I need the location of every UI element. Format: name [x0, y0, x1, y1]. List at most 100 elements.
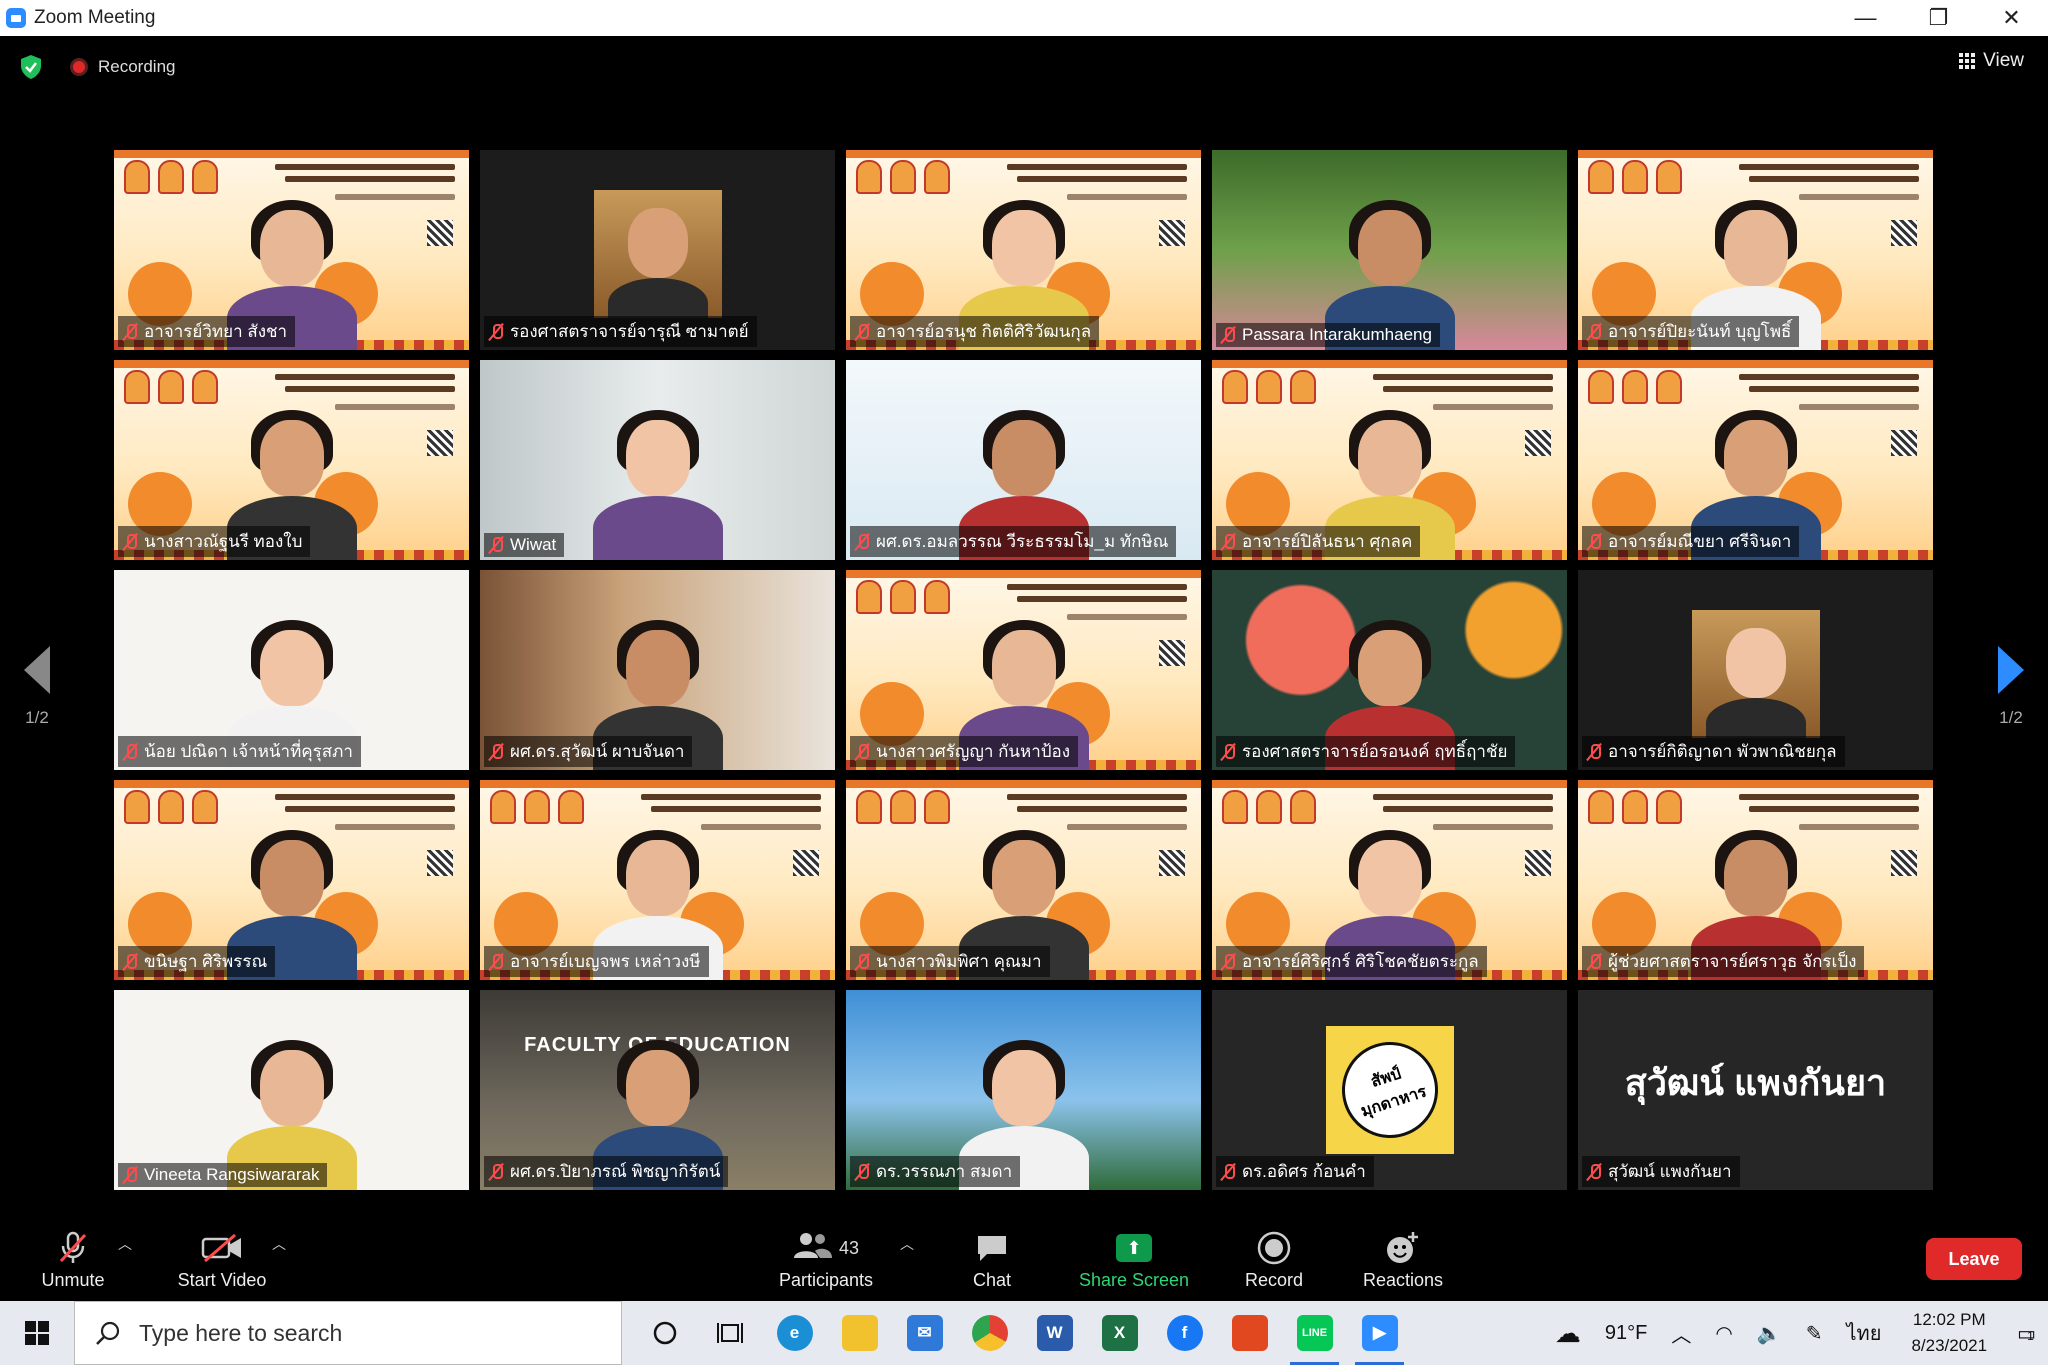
participant-video-tile[interactable]: รองศาสตราจารย์จารุณี ซามาตย์ [480, 150, 835, 350]
taskbar-mail[interactable]: ✉ [892, 1301, 957, 1365]
taskbar-office[interactable] [1217, 1301, 1282, 1365]
wifi-icon[interactable]: ◠ [1715, 1321, 1732, 1346]
muted-mic-icon [122, 742, 138, 762]
pen-icon[interactable]: ✎ [1806, 1321, 1823, 1346]
participant-name-label: รองศาสตราจารย์อรอนงค์ ฤทธิ์ฤาชัย [1216, 736, 1516, 767]
muted-mic-icon [488, 742, 504, 762]
participant-video-tile[interactable]: Passara Intarakumhaeng [1212, 150, 1567, 350]
cortana-button[interactable] [632, 1301, 697, 1365]
office-icon [1231, 1315, 1268, 1351]
taskbar-word[interactable]: W [1022, 1301, 1087, 1365]
muted-mic-icon [122, 322, 138, 342]
share-screen-label: Share Screen [1078, 1270, 1190, 1290]
chat-button[interactable]: Chat [960, 1228, 1024, 1291]
participant-name: นางสาวศรัญญา กันหาป้อง [876, 742, 1071, 761]
reactions-button[interactable]: Reactions [1358, 1228, 1448, 1291]
participant-video-tile[interactable]: อาจารย์กิติญาดา พัวพาณิชยกุล [1578, 570, 1933, 770]
show-hidden-icons-chevron-icon[interactable]: ︿ [1671, 1319, 1691, 1348]
participant-name-label: Passara Intarakumhaeng [1216, 323, 1440, 347]
close-button[interactable]: ✕ [1975, 0, 2048, 36]
participant-name-label: ดร.อดิศร ก้อนคำ [1216, 1156, 1374, 1187]
participant-video-tile[interactable]: อาจารย์เบญจพร เหล่าวงษี [480, 780, 835, 980]
participant-video-tile[interactable]: ผู้ช่วยศาสตราจารย์ศราวุธ จักรเป็ง [1578, 780, 1933, 980]
participant-video-tile[interactable]: นางสาวณัฐนรี ทองใบ [114, 360, 469, 560]
participant-video-tile[interactable]: นางสาวศรัญญา กันหาป้อง [846, 570, 1201, 770]
zoom-icon: ▶ [1361, 1315, 1398, 1351]
weather-cloud-icon[interactable]: ☁ [1555, 1318, 1581, 1349]
muted-mic-icon [122, 1165, 138, 1185]
participant-video-tile[interactable]: สัพป์ มุกดาหาร ดร.อดิศร ก้อนคำ [1212, 990, 1567, 1190]
participant-video-tile[interactable]: FACULTY OF EDUCATIONผศ.ดร.ปิยาภรณ์ พิชญา… [480, 990, 835, 1190]
participant-name-label: นางสาวพิมพิศา คุณมา [850, 946, 1050, 977]
participant-video-tile[interactable]: อาจารย์มณีขยา ศรีจินดา [1578, 360, 1933, 560]
encryption-shield-icon[interactable] [18, 54, 44, 80]
participant-count: 43 [838, 1237, 860, 1258]
participant-video-tile[interactable]: Wiwat [480, 360, 835, 560]
participant-video-tile[interactable]: อาจารย์อรนุช กิตติศิริวัฒนกุล [846, 150, 1201, 350]
taskbar-edge[interactable]: e [762, 1301, 827, 1365]
unmute-button[interactable]: Unmute [28, 1228, 118, 1291]
participant-video-tile[interactable]: อาจารย์ปิยะนันท์ บุญโพธิ์ [1578, 150, 1933, 350]
taskbar-search-box[interactable]: Type here to search [74, 1301, 622, 1365]
profile-sticker: สัพป์ มุกดาหาร [1326, 1026, 1454, 1154]
participant-display-name: สุวัฒน์ แพงกันยา [1624, 1062, 1887, 1103]
muted-mic-icon [854, 1162, 870, 1182]
line-icon: LINE [1296, 1315, 1333, 1351]
participants-button[interactable]: 43 Participants [770, 1228, 882, 1291]
taskbar-excel[interactable]: X [1087, 1301, 1152, 1365]
participant-video-tile[interactable]: ดร.วรรณภา สมดา [846, 990, 1201, 1190]
start-button[interactable] [0, 1301, 74, 1365]
participant-name: ผศ.ดร.อมลวรรณ วีระธรรมโม_ม ทักษิณ [876, 532, 1169, 551]
leave-button[interactable]: Leave [1926, 1238, 2022, 1280]
start-video-button[interactable]: Start Video [168, 1228, 276, 1291]
taskbar-line[interactable]: LINE [1282, 1301, 1347, 1365]
participant-video-tile[interactable]: นางสาวพิมพิศา คุณมา [846, 780, 1201, 980]
participant-name-label: อาจารย์อรนุช กิตติศิริวัฒนกุล [850, 316, 1100, 347]
taskbar-zoom[interactable]: ▶ [1347, 1301, 1412, 1365]
taskbar-facebook[interactable]: f [1152, 1301, 1217, 1365]
record-button[interactable]: Record [1236, 1228, 1312, 1291]
taskbar-clock[interactable]: 12:02 PM 8/23/2021 [1911, 1307, 1987, 1359]
previous-page-button[interactable]: 1/2 [24, 646, 50, 728]
word-icon: W [1036, 1315, 1073, 1351]
volume-icon[interactable]: 🔈 [1757, 1321, 1782, 1346]
participant-video-tile[interactable]: อาจารย์ศิริศุกร์ ศิริโชคชัยตระกูล [1212, 780, 1567, 980]
muted-mic-icon [1586, 952, 1602, 972]
participant-video-tile[interactable]: รองศาสตราจารย์อรอนงค์ ฤทธิ์ฤาชัย [1212, 570, 1567, 770]
next-page-button[interactable]: 1/2 [1998, 646, 2024, 728]
participant-photo [1691, 610, 1820, 738]
meeting-toolbar: Unmute ︿ Start Video ︿ 43 Participants ︿… [0, 1228, 2048, 1301]
notification-center-icon[interactable]: ▭ 1 [2017, 1321, 2036, 1346]
restore-button[interactable]: ❐ [1902, 0, 1975, 36]
participant-name: Vineeta Rangsiwararak [144, 1165, 320, 1184]
muted-mic-icon [488, 535, 504, 555]
video-options-chevron-icon[interactable]: ︿ [272, 1234, 286, 1254]
muted-mic-icon [1586, 532, 1602, 552]
participant-video-tile[interactable]: สุวัฒน์ แพงกันยา สุวัฒน์ แพงกันยา [1578, 990, 1933, 1190]
participant-video-tile[interactable]: ผศ.ดร.อมลวรรณ วีระธรรมโม_ม ทักษิณ [846, 360, 1201, 560]
muted-mic-icon [854, 322, 870, 342]
task-view-button[interactable] [697, 1301, 762, 1365]
share-screen-button[interactable]: ⬆ Share Screen [1074, 1228, 1194, 1291]
participant-video-tile[interactable]: น้อย ปณิดา เจ้าหน้าที่คุรุสภา [114, 570, 469, 770]
taskbar-file-explorer[interactable] [827, 1301, 892, 1365]
participants-options-chevron-icon[interactable]: ︿ [900, 1234, 914, 1254]
input-language[interactable]: ไทย [1846, 1317, 1881, 1349]
participants-label: Participants [778, 1270, 874, 1290]
participant-video-tile[interactable]: อาจารย์ปิลันธนา ศุกลค [1212, 360, 1567, 560]
taskbar-chrome[interactable] [957, 1301, 1022, 1365]
participant-name-label: ขนิษฐา ศิริพรรณ [118, 946, 276, 977]
recording-indicator[interactable]: Recording [70, 57, 176, 77]
participant-name: น้อย ปณิดา เจ้าหน้าที่คุรุสภา [144, 742, 353, 761]
weather-temperature[interactable]: 91°F [1605, 1322, 1647, 1345]
participant-video-tile[interactable]: Vineeta Rangsiwararak [114, 990, 469, 1190]
zoom-app-icon [6, 8, 26, 28]
participant-video-tile[interactable]: ขนิษฐา ศิริพรรณ [114, 780, 469, 980]
audio-options-chevron-icon[interactable]: ︿ [118, 1234, 132, 1254]
minimize-button[interactable]: — [1829, 0, 1902, 36]
view-button[interactable]: View [1959, 50, 2024, 72]
muted-mic-icon [1586, 322, 1602, 342]
participant-video-tile[interactable]: ผศ.ดร.สุวัฒน์ ผาบจันดา [480, 570, 835, 770]
arrow-left-icon [24, 646, 50, 694]
participant-video-tile[interactable]: อาจารย์วิทยา สังชา [114, 150, 469, 350]
